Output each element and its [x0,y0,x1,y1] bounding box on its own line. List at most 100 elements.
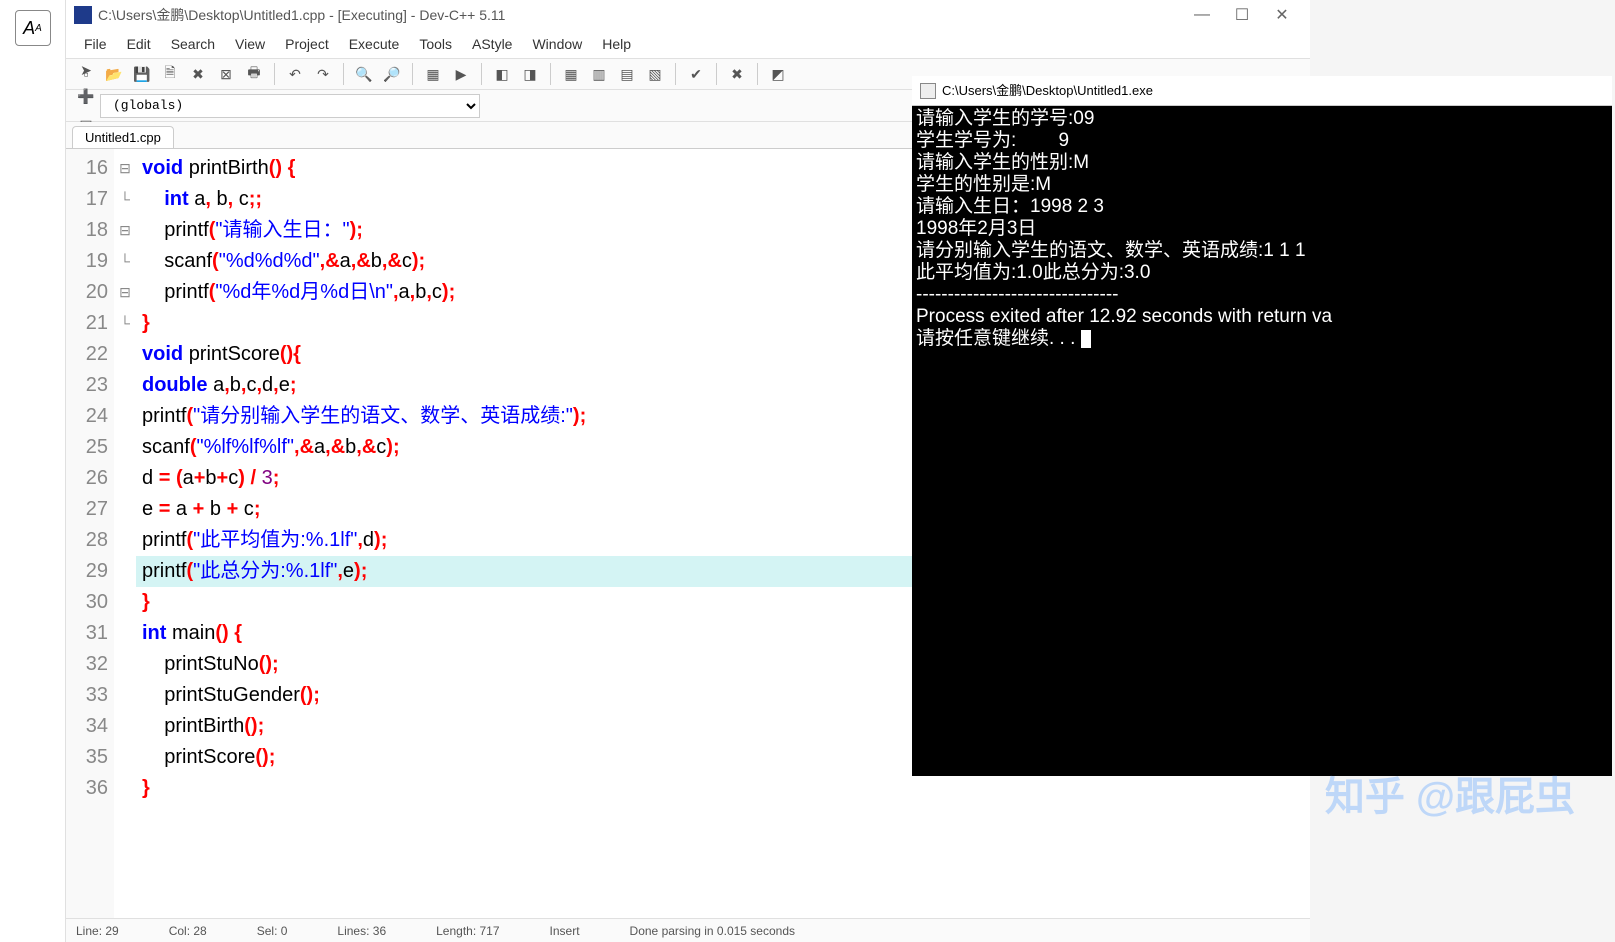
menu-search[interactable]: Search [161,32,225,56]
app-icon [74,6,92,24]
menubar: FileEditSearchViewProjectExecuteToolsASt… [66,30,1310,58]
toolbar-separator [343,63,344,85]
line-number: 35 [66,742,108,773]
close-all-icon[interactable]: ⊠ [213,61,239,87]
debug-icon[interactable]: ◧ [489,61,515,87]
compile-icon[interactable]: ▦ [420,61,446,87]
console-line: 请分别输入学生的语文、数学、英语成绩:1 1 1 [916,240,1608,262]
line-number: 21 [66,308,108,339]
maximize-button[interactable]: ☐ [1222,0,1262,30]
menu-window[interactable]: Window [522,32,592,56]
statusbar: Line: 29 Col: 28 Sel: 0 Lines: 36 Length… [66,918,1310,942]
line-number: 24 [66,401,108,432]
run-icon[interactable]: ▶ [448,61,474,87]
font-size-icon[interactable]: AA [15,10,51,46]
menu-execute[interactable]: Execute [339,32,410,56]
console-window: C:\Users\金鹏\Desktop\Untitled1.exe 请输入学生的… [912,76,1612,776]
close-icon[interactable]: ✖ [185,61,211,87]
console-line: 学生学号为: 9 [916,130,1608,152]
code-line[interactable]: } [142,773,1304,804]
menu-view[interactable]: View [225,32,275,56]
console-title-text: C:\Users\金鹏\Desktop\Untitled1.exe [942,80,1153,102]
line-gutter: 1617181920212223242526272829303132333435… [66,149,114,918]
menu-help[interactable]: Help [592,32,641,56]
toolbar-separator [274,63,275,85]
print-icon[interactable]: 🖶 [241,61,267,87]
line-number: 26 [66,463,108,494]
console-line: 请输入学生的学号:09 [916,108,1608,130]
console-line: 1998年2月3日 [916,218,1608,240]
line-number: 25 [66,432,108,463]
toolbar-separator [412,63,413,85]
line-number: 18 [66,215,108,246]
toolbar-separator [675,63,676,85]
minimize-button[interactable]: — [1182,0,1222,30]
toolbar-separator [481,63,482,85]
cursor [1081,330,1091,348]
close-button[interactable]: ✕ [1262,0,1302,30]
line-number: 28 [66,525,108,556]
undo-icon[interactable]: ↶ [282,61,308,87]
fold-marker[interactable]: └ [114,184,136,215]
fold-column[interactable]: ⊟ └⊟ └⊟ └ [114,149,136,918]
console-line: 请输入学生的性别:M [916,152,1608,174]
fold-marker[interactable]: └ [114,308,136,339]
line-number: 17 [66,184,108,215]
toolbar-separator [757,63,758,85]
fold-marker[interactable]: ⊟ [114,215,136,246]
debug-run-icon[interactable]: ◨ [517,61,543,87]
toolbar-separator [716,63,717,85]
line-number: 30 [66,587,108,618]
status-length: Length: 717 [436,924,499,938]
line-number: 32 [66,649,108,680]
menu-astyle[interactable]: AStyle [462,32,522,56]
open-icon[interactable]: 📂 [101,61,127,87]
menu-file[interactable]: File [74,32,117,56]
save-all-icon[interactable]: 🗎 [157,61,183,87]
grid1-icon[interactable]: ▦ [558,61,584,87]
replace-icon[interactable]: 🔎 [379,61,405,87]
line-number: 29 [66,556,108,587]
stop-icon[interactable]: ✖ [724,61,750,87]
line-number: 20 [66,277,108,308]
scope-selector[interactable]: (globals) [100,94,480,118]
line-number: 19 [66,246,108,277]
titlebar: C:\Users\金鹏\Desktop\Untitled1.cpp - [Exe… [66,0,1310,30]
console-line: -------------------------------- [916,284,1608,306]
console-titlebar: C:\Users\金鹏\Desktop\Untitled1.exe [912,76,1612,106]
console-line: 此平均值为:1.0此总分为:3.0 [916,262,1608,284]
fold-marker[interactable]: └ [114,246,136,277]
status-sel: Sel: 0 [257,924,288,938]
goto-func-icon[interactable]: ➤ [73,58,99,84]
window-title: C:\Users\金鹏\Desktop\Untitled1.cpp - [Exe… [98,5,505,25]
line-number: 23 [66,370,108,401]
line-number: 27 [66,494,108,525]
console-line: Process exited after 12.92 seconds with … [916,306,1608,328]
line-number: 36 [66,773,108,804]
fold-marker[interactable]: ⊟ [114,153,136,184]
menu-tools[interactable]: Tools [409,32,462,56]
console-line: 请输入生日：1998 2 3 [916,196,1608,218]
status-parse: Done parsing in 0.015 seconds [630,924,795,938]
redo-icon[interactable]: ↷ [310,61,336,87]
status-line: Line: 29 [76,924,119,938]
console-line: 学生的性别是:M [916,174,1608,196]
console-line: 请按任意键继续. . . [916,328,1608,350]
left-tool-strip: AA [0,0,65,942]
profile-icon[interactable]: ◩ [765,61,791,87]
status-mode: Insert [550,924,580,938]
line-number: 31 [66,618,108,649]
tab-untitled1[interactable]: Untitled1.cpp [72,126,174,148]
grid2-icon[interactable]: ▥ [586,61,612,87]
add-bookmark-icon[interactable]: ➕ [73,84,99,110]
console-output[interactable]: 请输入学生的学号:09学生学号为: 9请输入学生的性别:M学生的性别是:M请输入… [912,106,1612,352]
save-icon[interactable]: 💾 [129,61,155,87]
menu-project[interactable]: Project [275,32,339,56]
fold-marker[interactable]: ⊟ [114,277,136,308]
status-lines: Lines: 36 [337,924,386,938]
menu-edit[interactable]: Edit [117,32,161,56]
find-icon[interactable]: 🔍 [351,61,377,87]
check-icon[interactable]: ✔ [683,61,709,87]
grid4-icon[interactable]: ▧ [642,61,668,87]
grid3-icon[interactable]: ▤ [614,61,640,87]
